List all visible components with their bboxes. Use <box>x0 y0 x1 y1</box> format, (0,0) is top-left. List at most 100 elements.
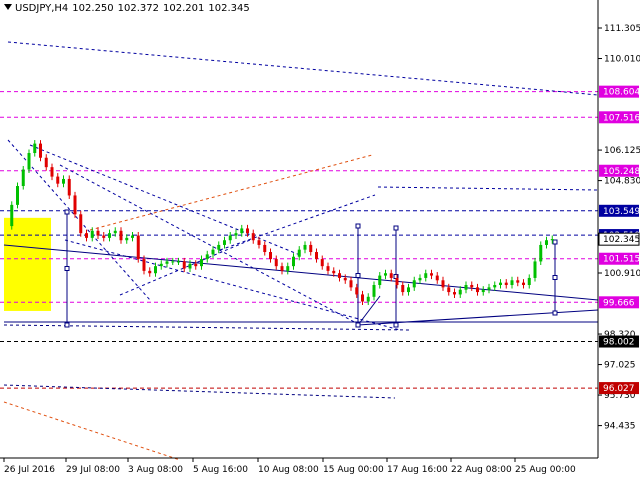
x-tick-label: 10 Aug 08:00 <box>258 465 319 475</box>
price-levels <box>0 91 598 389</box>
candle-body <box>16 186 19 205</box>
candle-body <box>165 261 169 264</box>
candle-body <box>464 285 468 290</box>
candle-body <box>418 277 422 281</box>
candle-body <box>516 280 520 283</box>
y-tick-label: 106.125 <box>604 146 640 156</box>
candle-body <box>315 252 318 260</box>
y-tick-label: 100.910 <box>604 269 640 279</box>
candle-body <box>355 287 359 295</box>
level-label: 99.666 <box>603 298 635 308</box>
candle-body <box>384 273 387 276</box>
candle-body <box>401 285 405 293</box>
candle-body <box>119 230 123 241</box>
y-tick-label: 97.025 <box>604 361 636 371</box>
x-tick-label: 15 Aug 00:00 <box>323 465 384 475</box>
candle-body <box>251 233 255 241</box>
candle-body <box>182 261 186 269</box>
candle-body <box>326 266 330 271</box>
candle-body <box>470 285 474 288</box>
candle-body <box>56 176 60 184</box>
x-tick-label: 25 Aug 00:00 <box>515 465 576 475</box>
trend-lines <box>3 41 599 461</box>
highlight-zone <box>4 217 51 311</box>
candle-body <box>171 261 175 263</box>
candle-body <box>228 235 232 241</box>
x-tick-label: 17 Aug 16:00 <box>387 465 448 475</box>
x-tick-label: 3 Aug 08:00 <box>128 465 183 475</box>
candle-body <box>200 259 203 267</box>
candle-body <box>102 235 106 238</box>
price-chart[interactable]: 111.305110.010106.125104.830100.91098.32… <box>0 0 640 480</box>
candle-body <box>194 263 198 267</box>
candle-body <box>435 275 439 281</box>
time-axis: 26 Jul 2016 29 Jul 08:00 3 Aug 08:00 5 Aug … <box>3 458 576 475</box>
candle-body <box>136 235 140 260</box>
candle-body <box>280 266 284 271</box>
candle-body <box>148 270 152 274</box>
candle-body <box>263 244 267 253</box>
candle-body <box>372 285 376 297</box>
candle-body <box>504 282 508 286</box>
highlight-rect <box>4 217 51 311</box>
candle-body <box>441 280 445 288</box>
candle-body <box>395 277 399 286</box>
candle-body <box>424 273 428 278</box>
candle-body <box>539 244 543 262</box>
candle-body <box>177 261 180 263</box>
trend-line <box>89 154 373 231</box>
marker-square <box>552 310 558 316</box>
candle-body <box>545 240 548 245</box>
candle-body <box>447 287 451 293</box>
candle-body <box>286 266 290 271</box>
marker-square <box>355 223 361 229</box>
candle-body <box>453 292 456 295</box>
marker-square <box>355 273 361 278</box>
candle-body <box>366 296 370 302</box>
candle-body <box>39 143 42 158</box>
candle-body <box>309 244 313 253</box>
x-tick-label: 5 Aug 16:00 <box>193 465 248 475</box>
marker-square <box>64 266 70 271</box>
candle-body <box>274 259 278 267</box>
candle-body <box>297 249 301 257</box>
candles <box>10 140 554 306</box>
level-label: 96.027 <box>603 384 635 394</box>
candle-body <box>217 244 221 250</box>
level-label: 107.516 <box>603 113 640 123</box>
candle-body <box>44 157 48 168</box>
level-label: 98.002 <box>603 338 635 348</box>
y-tick-label: 110.010 <box>604 55 640 65</box>
current-price-label: 102.345 <box>603 235 640 245</box>
candle-body <box>343 277 347 281</box>
marker-square <box>393 322 399 328</box>
candle-body <box>205 254 209 260</box>
x-tick-label: 26 Jul 2016 <box>4 465 55 475</box>
candle-body <box>113 230 117 234</box>
candle-body <box>125 237 129 241</box>
candle-body <box>361 294 364 302</box>
candle-body <box>240 228 244 234</box>
candle-body <box>320 259 324 267</box>
candle-body <box>223 240 226 245</box>
marker-square <box>64 209 70 215</box>
level-label: 105.248 <box>603 167 640 177</box>
y-tick-label: 111.305 <box>604 24 640 34</box>
y-tick-label: 94.435 <box>604 422 636 432</box>
candle-body <box>493 285 497 288</box>
candle-body <box>159 263 163 267</box>
candle-body <box>246 228 249 234</box>
candle-body <box>499 282 502 286</box>
candle-body <box>533 261 537 278</box>
candle-body <box>73 195 77 215</box>
candle-body <box>188 263 192 269</box>
trend-line <box>7 41 599 96</box>
candle-body <box>67 178 71 196</box>
x-tick-label: 22 Aug 08:00 <box>451 465 512 475</box>
candle-body <box>522 282 525 286</box>
candle-body <box>62 178 65 184</box>
marker-square <box>355 322 361 328</box>
candle-body <box>303 244 307 250</box>
candle-body <box>550 239 554 241</box>
candle-body <box>257 240 261 245</box>
